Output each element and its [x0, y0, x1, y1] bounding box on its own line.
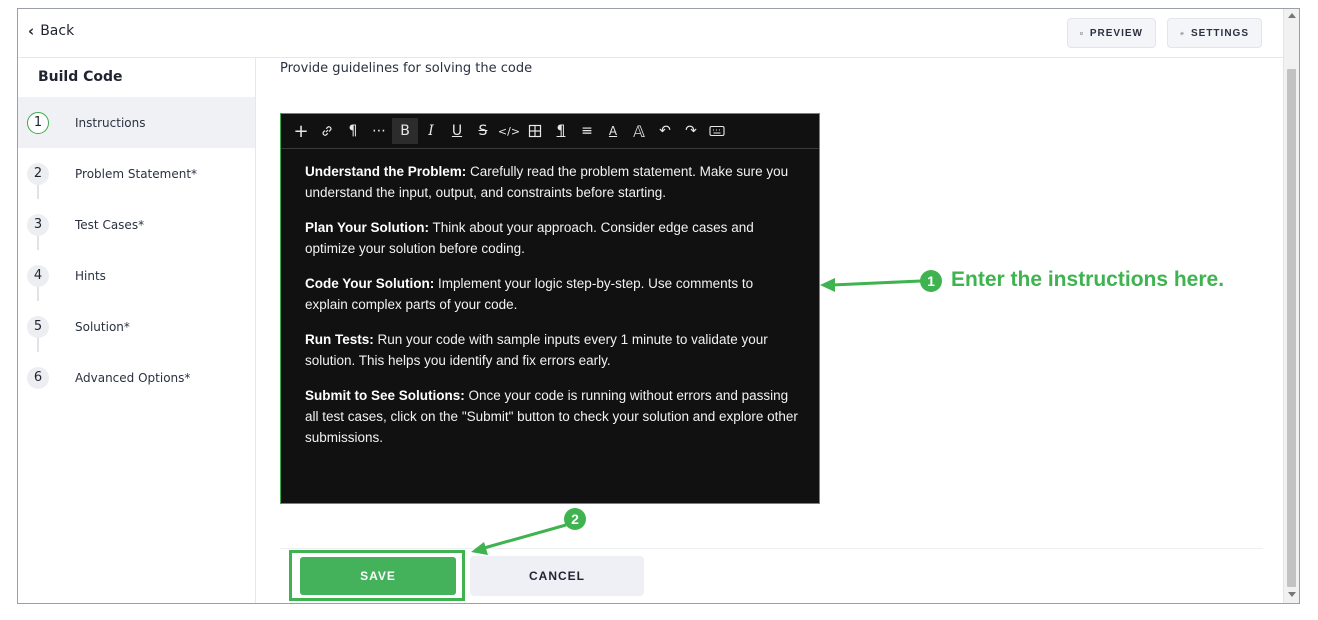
link-icon[interactable] — [314, 118, 340, 144]
step-number: 1 — [27, 111, 49, 134]
keyboard-icon[interactable] — [704, 118, 730, 144]
top-bar: ‹ Back PREVIEW SETTINGS — [18, 9, 1283, 58]
step-instructions[interactable]: 1 Instructions — [18, 97, 255, 148]
instruction-paragraph: Run Tests: Run your code with sample inp… — [305, 329, 799, 371]
save-button[interactable]: SAVE — [300, 557, 456, 595]
step-label: Advanced Options* — [75, 370, 191, 385]
callout-badge-2: 2 — [564, 508, 586, 530]
rich-text-editor[interactable]: + ¶ ⋯ B I U S </> ¶ ≡ A 𝔸 ↶ ↷ Understand… — [280, 113, 820, 504]
step-label: Hints — [75, 268, 106, 283]
underline-icon[interactable]: U — [444, 118, 470, 144]
paragraph-title: Code Your Solution: — [305, 276, 435, 291]
vertical-scrollbar[interactable] — [1283, 9, 1299, 603]
chevron-left-icon: ‹ — [28, 22, 35, 40]
step-number: 6 — [27, 366, 49, 389]
paragraph-title: Submit to See Solutions: — [305, 388, 465, 403]
cancel-button[interactable]: CANCEL — [470, 556, 644, 596]
paragraph-text: Run your code with sample inputs every 1… — [305, 332, 768, 368]
step-label: Test Cases* — [75, 217, 145, 232]
paragraph-format-icon[interactable]: ¶ — [548, 118, 574, 144]
instruction-paragraph: Plan Your Solution: Think about your app… — [305, 217, 799, 259]
undo-icon[interactable]: ↶ — [652, 118, 678, 144]
redo-icon[interactable]: ↷ — [678, 118, 704, 144]
callout-text-1: Enter the instructions here. — [951, 268, 1225, 291]
back-button[interactable]: ‹ Back — [28, 22, 74, 40]
preview-label: PREVIEW — [1089, 27, 1143, 39]
paragraph-icon[interactable]: ¶ — [340, 118, 366, 144]
editor-content[interactable]: Understand the Problem: Carefully read t… — [281, 149, 819, 448]
instruction-paragraph: Code Your Solution: Implement your logic… — [305, 273, 799, 315]
settings-label: SETTINGS — [1190, 27, 1249, 39]
step-list: 1 Instructions 2 Problem Statement* 3 Te… — [18, 97, 255, 403]
step-hints[interactable]: 4 Hints — [18, 250, 255, 301]
step-label: Instructions — [75, 115, 146, 130]
editor-toolbar: + ¶ ⋯ B I U S </> ¶ ≡ A 𝔸 ↶ ↷ — [281, 114, 819, 149]
paragraph-title: Run Tests: — [305, 332, 374, 347]
back-label: Back — [40, 23, 75, 39]
plus-icon[interactable]: + — [288, 118, 314, 144]
font-color-icon[interactable]: A — [600, 118, 626, 144]
align-icon[interactable]: ≡ — [574, 118, 600, 144]
italic-icon[interactable]: I — [418, 118, 444, 144]
sidebar-title: Build Code — [38, 69, 123, 85]
paragraph-title: Plan Your Solution: — [305, 220, 429, 235]
step-solution[interactable]: 5 Solution* — [18, 301, 255, 352]
step-test-cases[interactable]: 3 Test Cases* — [18, 199, 255, 250]
table-icon[interactable] — [522, 118, 548, 144]
app-window: ‹ Back PREVIEW SETTINGS Build Code 1 Ins… — [17, 8, 1300, 604]
guide-text: Provide guidelines for solving the code — [280, 61, 533, 76]
font-size-icon[interactable]: 𝔸 — [626, 118, 652, 144]
code-icon[interactable]: </> — [496, 118, 522, 144]
more-icon[interactable]: ⋯ — [366, 118, 392, 144]
preview-button[interactable]: PREVIEW — [1067, 18, 1156, 48]
settings-button[interactable]: SETTINGS — [1167, 18, 1262, 48]
external-link-icon — [1080, 31, 1083, 35]
step-number: 2 — [27, 162, 49, 185]
paragraph-title: Understand the Problem: — [305, 164, 467, 179]
instruction-paragraph: Understand the Problem: Carefully read t… — [305, 161, 799, 203]
step-label: Problem Statement* — [75, 166, 198, 181]
instruction-paragraph: Submit to See Solutions: Once your code … — [305, 385, 799, 448]
step-label: Solution* — [75, 319, 130, 334]
callout-badge-1: 1 — [920, 270, 942, 292]
sidebar: Build Code 1 Instructions 2 Problem Stat… — [18, 57, 256, 603]
strikethrough-icon[interactable]: S — [470, 118, 496, 144]
scroll-thumb[interactable] — [1287, 69, 1296, 587]
step-number: 5 — [27, 315, 49, 338]
step-number: 4 — [27, 264, 49, 287]
step-number: 3 — [27, 213, 49, 236]
bold-icon[interactable]: B — [392, 118, 418, 144]
gear-icon — [1180, 31, 1184, 35]
scroll-up-icon[interactable] — [1288, 13, 1296, 18]
footer-divider — [280, 548, 1263, 549]
step-advanced-options[interactable]: 6 Advanced Options* — [18, 352, 255, 403]
step-problem-statement[interactable]: 2 Problem Statement* — [18, 148, 255, 199]
scroll-down-icon[interactable] — [1288, 592, 1296, 597]
